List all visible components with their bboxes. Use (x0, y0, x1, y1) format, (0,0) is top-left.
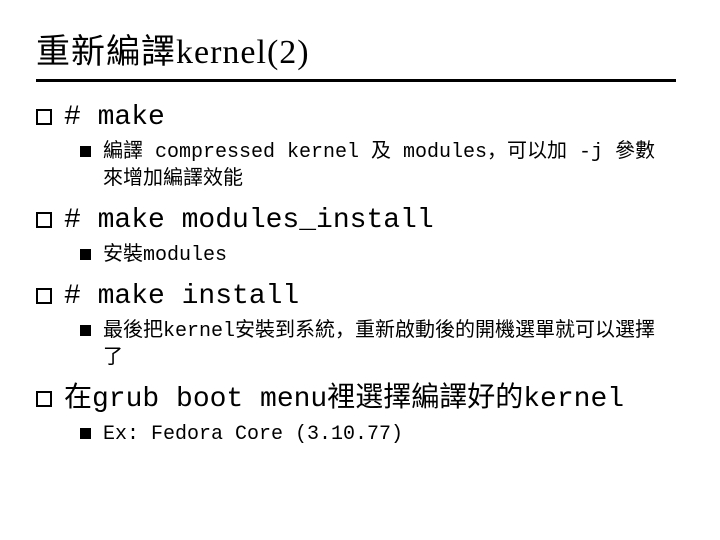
filled-square-bullet-icon (80, 249, 91, 260)
list-item: # make modules_install (36, 203, 684, 238)
slide: 重新編譯kernel(2) # make 編譯 compressed kerne… (0, 0, 720, 540)
list-subitem-text: 最後把kernel安裝到系統，重新啟動後的開機選單就可以選擇了 (103, 318, 663, 372)
list-item-text: # make install (64, 279, 299, 314)
list-item-text: 在grub boot menu裡選擇編譯好的kernel (64, 382, 624, 417)
list-subitem: 最後把kernel安裝到系統，重新啟動後的開機選單就可以選擇了 (80, 318, 684, 372)
list-item-text: # make modules_install (64, 203, 434, 238)
list-item: # make install (36, 279, 684, 314)
list-item: # make (36, 100, 684, 135)
filled-square-bullet-icon (80, 428, 91, 439)
hollow-square-bullet-icon (36, 288, 52, 304)
content-area: # make 編譯 compressed kernel 及 modules，可以… (36, 96, 684, 454)
filled-square-bullet-icon (80, 325, 91, 336)
list-item-text: # make (64, 100, 165, 135)
hollow-square-bullet-icon (36, 212, 52, 228)
list-subitem: Ex: Fedora Core (3.10.77) (80, 421, 684, 448)
list-subitem: 編譯 compressed kernel 及 modules，可以加 -j 參數… (80, 139, 684, 193)
title-underline (36, 79, 676, 82)
hollow-square-bullet-icon (36, 391, 52, 407)
list-subitem-text: Ex: Fedora Core (3.10.77) (103, 421, 403, 448)
filled-square-bullet-icon (80, 146, 91, 157)
list-item: 在grub boot menu裡選擇編譯好的kernel (36, 382, 684, 417)
list-subitem-text: 安裝modules (103, 242, 227, 269)
list-subitem-text: 編譯 compressed kernel 及 modules，可以加 -j 參數… (103, 139, 663, 193)
slide-title: 重新編譯kernel(2) (36, 24, 684, 73)
list-subitem: 安裝modules (80, 242, 684, 269)
hollow-square-bullet-icon (36, 109, 52, 125)
